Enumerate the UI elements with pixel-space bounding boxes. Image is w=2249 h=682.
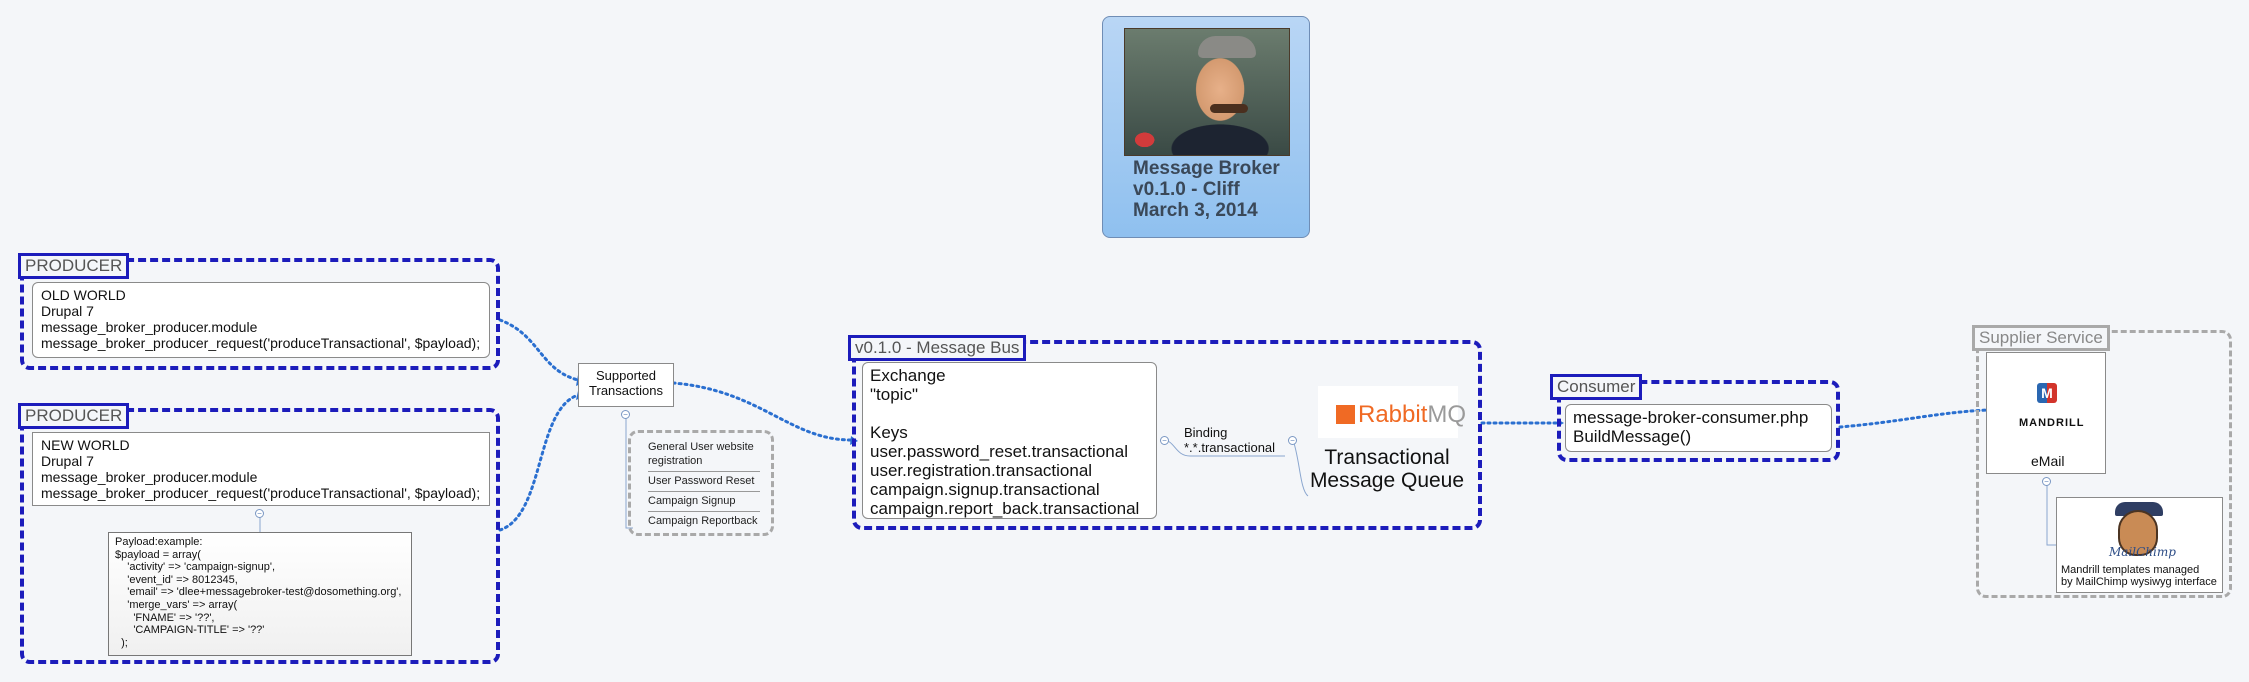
- mailchimp-note-topic[interactable]: MailChimp Mandrill templates managed by …: [2056, 497, 2223, 593]
- mailchimp-wordmark: MailChimp: [2109, 545, 2176, 559]
- supported-transactions-topic[interactable]: Supported Transactions: [578, 363, 674, 407]
- note-line: Mandrill templates managed: [2061, 564, 2200, 576]
- connector-old-to-supported: [498, 318, 580, 382]
- queue-line: Message Queue: [1309, 469, 1465, 492]
- collapse-toggle-icon[interactable]: −: [255, 509, 264, 518]
- list-item[interactable]: General User website registration: [648, 438, 760, 472]
- list-item[interactable]: Campaign Reportback: [648, 512, 760, 531]
- payload-line: 'event_id' => 8012345,: [115, 573, 238, 586]
- producer-old-tag[interactable]: PRODUCER: [18, 253, 130, 279]
- payload-line: $payload = array(: [115, 548, 201, 561]
- queue-line: Transactional: [1324, 446, 1450, 469]
- producer-new-line: NEW WORLD: [41, 437, 130, 453]
- mandrill-wordmark: MANDRILL: [2019, 417, 2085, 429]
- supplier-service-tag[interactable]: Supplier Service: [1972, 325, 2110, 351]
- producer-old-topic[interactable]: OLD WORLD Drupal 7 message_broker_produc…: [32, 282, 490, 358]
- producer-old-line: message_broker_producer.module: [41, 319, 258, 335]
- portrait-hair: [1198, 36, 1256, 58]
- rabbitmq-logo: RabbitMQ: [1336, 401, 1466, 429]
- payload-line: );: [115, 636, 128, 649]
- collapse-toggle-icon[interactable]: −: [621, 410, 630, 419]
- consumer-topic[interactable]: message-broker-consumer.php BuildMessage…: [1565, 404, 1832, 452]
- list-item[interactable]: User Password Reset: [648, 472, 760, 492]
- payload-line: 'email' => 'dlee+messagebroker-test@doso…: [115, 586, 402, 599]
- connector-consumer-to-supplier: [1838, 408, 1990, 429]
- consumer-line: BuildMessage(): [1573, 427, 1692, 446]
- exchange-line: Keys: [870, 423, 908, 442]
- producer-new-line: Drupal 7: [41, 453, 94, 469]
- exchange-line: Exchange: [870, 366, 946, 385]
- email-label: eMail: [2031, 453, 2065, 469]
- producer-new-line: message_broker_producer.module: [41, 469, 258, 485]
- mandrill-logo-icon: M: [2037, 383, 2057, 403]
- transactional-queue-topic[interactable]: Transactional Message Queue: [1306, 446, 1468, 492]
- payload-line: 'merge_vars' => array(: [115, 598, 238, 611]
- rabbitmq-icon: [1336, 405, 1355, 424]
- collapse-toggle-icon[interactable]: −: [2042, 477, 2051, 486]
- portrait-mustache: [1210, 104, 1248, 113]
- exchange-line: user.registration.transactional: [870, 461, 1093, 480]
- exchange-line: [870, 404, 1149, 423]
- list-item[interactable]: Campaign Signup: [648, 492, 760, 512]
- rabbitmq-mq: MQ: [1427, 401, 1467, 428]
- binding-line: Binding: [1184, 425, 1228, 440]
- central-date-line: March 3, 2014: [1133, 200, 1258, 221]
- central-version-line: v0.1.0 - Cliff: [1133, 179, 1240, 200]
- payload-line: Payload:example:: [115, 536, 203, 548]
- collapse-toggle-icon[interactable]: −: [1160, 436, 1169, 445]
- central-title-line: Message Broker: [1133, 158, 1280, 179]
- consumer-tag[interactable]: Consumer: [1550, 374, 1643, 400]
- producer-old-line: OLD WORLD: [41, 287, 126, 303]
- rabbitmq-word: Rabbit: [1358, 401, 1428, 428]
- mailchimp-note-text: Mandrill templates managed by MailChimp …: [2061, 564, 2217, 588]
- payload-line: 'FNAME' => '??',: [115, 611, 215, 624]
- exchange-line: campaign.report_back.transactional: [870, 499, 1140, 518]
- binding-label[interactable]: Binding *.*.transactional: [1184, 425, 1275, 455]
- connector-new-to-supported: [498, 393, 580, 532]
- payload-line: 'CAMPAIGN-TITLE' => '??': [115, 624, 265, 637]
- producer-new-line: message_broker_producer_request('produce…: [41, 485, 481, 501]
- exchange-line: "topic": [870, 385, 918, 404]
- binding-line: *.*.transactional: [1184, 440, 1276, 455]
- central-topic-title: Message Broker v0.1.0 - Cliff March 3, 2…: [1133, 158, 1303, 221]
- mandrill-email-topic[interactable]: M MANDRILL eMail: [1986, 352, 2106, 474]
- payload-line: 'activity' => 'campaign-signup',: [115, 561, 276, 574]
- supported-line: Supported: [596, 368, 656, 383]
- exchange-line: campaign.signup.transactional: [870, 480, 1100, 499]
- payload-example-note[interactable]: Payload:example: $payload = array( 'acti…: [108, 532, 412, 656]
- collapse-toggle-icon[interactable]: −: [1288, 436, 1297, 445]
- producer-new-topic[interactable]: NEW WORLD Drupal 7 message_broker_produc…: [32, 432, 490, 506]
- producer-old-line: Drupal 7: [41, 303, 94, 319]
- note-line: by MailChimp wysiwyg interface: [2061, 576, 2217, 588]
- exchange-line: user.password_reset.transactional: [870, 442, 1128, 461]
- supported-line: Transactions: [589, 383, 663, 398]
- supported-transactions-list: General User website registration User P…: [648, 438, 760, 531]
- message-bus-tag[interactable]: v0.1.0 - Message Bus: [848, 335, 1027, 361]
- producer-new-tag[interactable]: PRODUCER: [18, 403, 130, 429]
- exchange-topic[interactable]: Exchange "topic" Keys user.password_rese…: [862, 362, 1157, 519]
- producer-old-line: message_broker_producer_request('produce…: [41, 335, 481, 351]
- consumer-line: message-broker-consumer.php: [1573, 408, 1809, 427]
